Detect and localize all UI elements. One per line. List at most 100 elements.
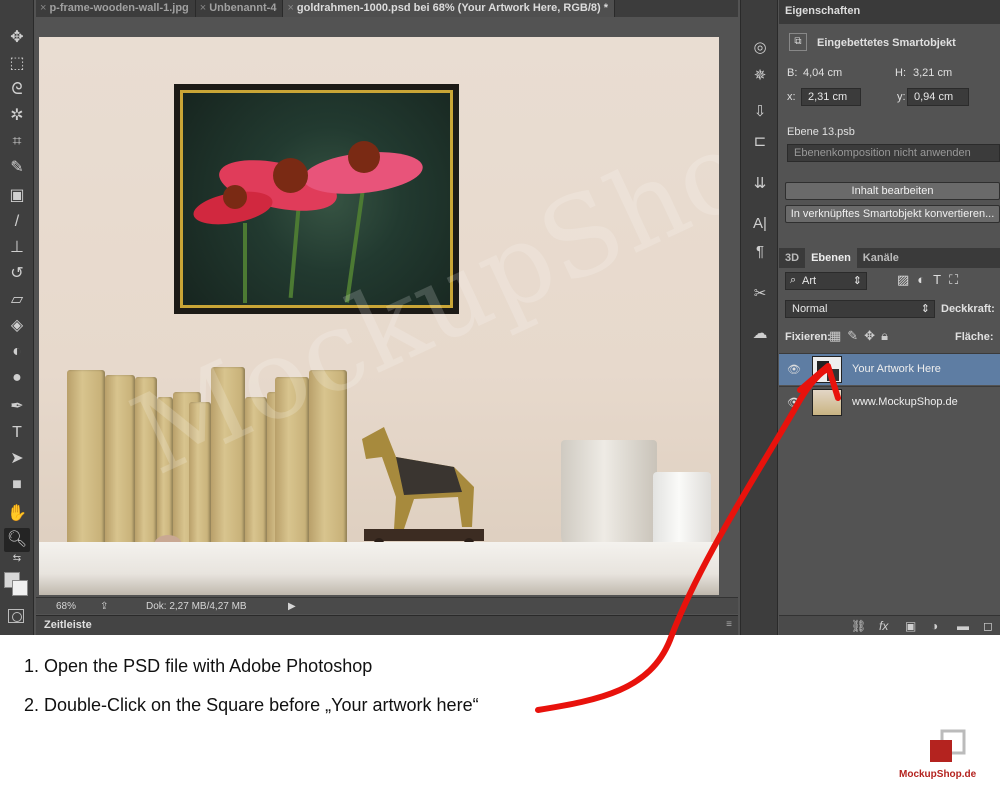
- opacity-label: Deckkraft:: [941, 303, 995, 315]
- zoom-level[interactable]: 68%: [56, 601, 76, 612]
- tab-document-active[interactable]: × goldrahmen-1000.psd bei 68% (Your Artwo…: [283, 0, 616, 17]
- swap-colors-icon[interactable]: ⇆: [4, 552, 30, 566]
- background-color-swatch[interactable]: [12, 580, 28, 596]
- layers-footer: ⛓ fx ▣ ◑ ▬ ◻: [779, 615, 1000, 635]
- tools-panel: ✥ ⬚ ᘓ ✲ ⌗ ✎ ▣ / ⊥ ↺ ▱ ◈ ◐ ● ✒ T ➤ ■ ✋ 🔍︎…: [0, 0, 34, 635]
- edit-contents-button[interactable]: Inhalt bearbeiten: [785, 182, 1000, 200]
- type-tool-icon[interactable]: T: [4, 421, 30, 445]
- tab-layers[interactable]: Ebenen: [805, 248, 857, 268]
- tab-channels[interactable]: Kanäle: [857, 248, 905, 268]
- layer-row-artwork[interactable]: 👁︎ Your Artwork Here: [779, 353, 1000, 385]
- doc-size: Dok: 2,27 MB/4,27 MB: [146, 601, 247, 612]
- paragraph-styles-icon[interactable]: ⇊: [747, 172, 773, 196]
- eyedropper-icon[interactable]: ✎: [4, 156, 30, 180]
- chevron-down-icon: ⇕: [852, 275, 862, 287]
- brush-tool-icon[interactable]: /: [4, 210, 30, 234]
- panel-menu-icon[interactable]: ≡: [726, 619, 732, 630]
- navigator-icon[interactable]: ✵: [747, 64, 773, 88]
- new-layer-icon[interactable]: ◻: [983, 619, 993, 633]
- smart-object-thumbnail[interactable]: [812, 356, 842, 383]
- properties-header[interactable]: Eigenschaften: [779, 0, 1000, 24]
- layer-thumbnail: [812, 389, 842, 416]
- width-value[interactable]: 4,04 cm: [803, 67, 842, 79]
- history-brush-icon[interactable]: ↺: [4, 262, 30, 286]
- tool-presets-icon[interactable]: ⊏: [747, 130, 773, 154]
- magic-wand-icon[interactable]: ✲: [4, 104, 30, 128]
- adjustment-layer-icon[interactable]: ◑: [931, 619, 938, 633]
- layer-comp-select[interactable]: Ebenenkomposition nicht anwenden: [787, 144, 1000, 162]
- mini-bridge-icon[interactable]: ◎: [747, 36, 773, 60]
- layer-row-background[interactable]: 👁︎ www.MockupShop.de: [779, 386, 1000, 418]
- healing-brush-icon[interactable]: ▣: [4, 184, 30, 208]
- document-tabs: × p-frame-wooden-wall-1.jpg × Unbenannt-4 …: [36, 0, 738, 17]
- instruction-step-2: 2. Double-Click on the Square before „Yo…: [24, 695, 479, 715]
- smart-object-icon: ⧉: [789, 33, 807, 51]
- tab-document-2[interactable]: × Unbenannt-4: [196, 0, 284, 17]
- fx-icon[interactable]: fx: [879, 619, 888, 633]
- y-field[interactable]: 0,94 cm: [907, 88, 969, 106]
- photoshop-window: ✥ ⬚ ᘓ ✲ ⌗ ✎ ▣ / ⊥ ↺ ▱ ◈ ◐ ● ✒ T ➤ ■ ✋ 🔍︎…: [0, 0, 1000, 635]
- brand-name: MockupShop.de: [899, 769, 977, 780]
- layers-tabs: 3D Ebenen Kanäle: [779, 248, 1000, 268]
- timeline-panel: Zeitleiste ≡: [36, 615, 738, 635]
- tab-document-1[interactable]: × p-frame-wooden-wall-1.jpg: [36, 0, 196, 17]
- panel-dock: ◎ ✵ ⇩ ⊏ ⇊ A| ¶ ✂ ☁: [740, 0, 778, 635]
- mockup-photo[interactable]: MockupShop.de: [39, 37, 719, 595]
- layer-name: Your Artwork Here: [852, 363, 941, 375]
- chevron-down-icon: ⇕: [920, 303, 930, 315]
- y-label: y:: [897, 91, 906, 103]
- path-selection-icon[interactable]: ➤: [4, 447, 30, 471]
- tab-3d[interactable]: 3D: [779, 248, 805, 268]
- status-menu-icon[interactable]: ▶: [288, 601, 296, 612]
- canvas-area[interactable]: MockupShop.de: [36, 17, 738, 597]
- zoom-lens-icon[interactable]: ●: [4, 366, 30, 390]
- stamp-tool-icon[interactable]: ⊥: [4, 236, 30, 260]
- layer-filter-icons[interactable]: ▨◐T⛶: [897, 272, 966, 288]
- pen-tool-icon[interactable]: ✒: [4, 395, 30, 419]
- fill-label: Fläche:: [955, 331, 994, 343]
- zoom-tool-icon[interactable]: 🔍︎: [4, 528, 30, 552]
- convert-linked-button[interactable]: In verknüpftes Smartobjekt konvertieren.…: [785, 205, 1000, 223]
- eraser-icon[interactable]: ▱: [4, 288, 30, 312]
- marquee-tool-icon[interactable]: ⬚: [4, 52, 30, 76]
- link-icon[interactable]: ⛓: [851, 619, 866, 633]
- character-icon[interactable]: A|: [747, 212, 773, 236]
- layer-filter-select[interactable]: ⌕ Art ⇕: [785, 272, 867, 290]
- lock-icons[interactable]: ▦✎✥🔒︎: [829, 328, 894, 344]
- eye-icon[interactable]: 👁︎: [787, 363, 801, 376]
- lasso-tool-icon[interactable]: ᘓ: [4, 78, 30, 102]
- close-icon[interactable]: ×: [40, 2, 46, 14]
- adjustments-icon[interactable]: ⇩: [747, 100, 773, 124]
- status-bar: 68% ⇪ Dok: 2,27 MB/4,27 MB ▶: [36, 597, 738, 614]
- search-icon: ⌕: [790, 274, 797, 286]
- libraries-icon[interactable]: ☁: [747, 322, 773, 346]
- instruction-step-1: 1. Open the PSD file with Adobe Photosho…: [24, 656, 373, 676]
- move-tool-icon[interactable]: ✥: [4, 26, 30, 50]
- folder-icon[interactable]: ▬: [957, 619, 969, 633]
- wooden-horse: [362, 427, 484, 547]
- brushes-icon[interactable]: ✂: [747, 282, 773, 306]
- paragraph-icon[interactable]: ¶: [747, 240, 773, 264]
- eye-icon[interactable]: 👁︎: [787, 396, 801, 409]
- close-icon[interactable]: ×: [200, 2, 206, 14]
- close-icon[interactable]: ×: [287, 2, 293, 14]
- x-field[interactable]: 2,31 cm: [801, 88, 861, 106]
- width-label: B:: [787, 67, 798, 79]
- smart-object-file: Ebene 13.psb: [787, 126, 855, 138]
- x-label: x:: [787, 91, 796, 103]
- mask-icon[interactable]: ▣: [905, 619, 916, 633]
- cement-pot: [561, 440, 657, 550]
- hand-tool-icon[interactable]: ✋: [4, 502, 30, 526]
- height-value[interactable]: 3,21 cm: [913, 67, 952, 79]
- share-icon[interactable]: ⇪: [100, 601, 108, 612]
- lock-label: Fixieren:: [785, 331, 831, 343]
- dodge-tool-icon[interactable]: ◐: [4, 340, 30, 364]
- white-shelf: [39, 542, 719, 595]
- quick-mask-icon[interactable]: [8, 609, 24, 623]
- paint-bucket-icon[interactable]: ◈: [4, 314, 30, 338]
- mockupshop-logo: [930, 729, 966, 762]
- timeline-label[interactable]: Zeitleiste: [44, 619, 92, 631]
- crop-tool-icon[interactable]: ⌗: [4, 130, 30, 154]
- blend-mode-select[interactable]: Normal ⇕: [785, 300, 935, 318]
- shape-tool-icon[interactable]: ■: [4, 473, 30, 497]
